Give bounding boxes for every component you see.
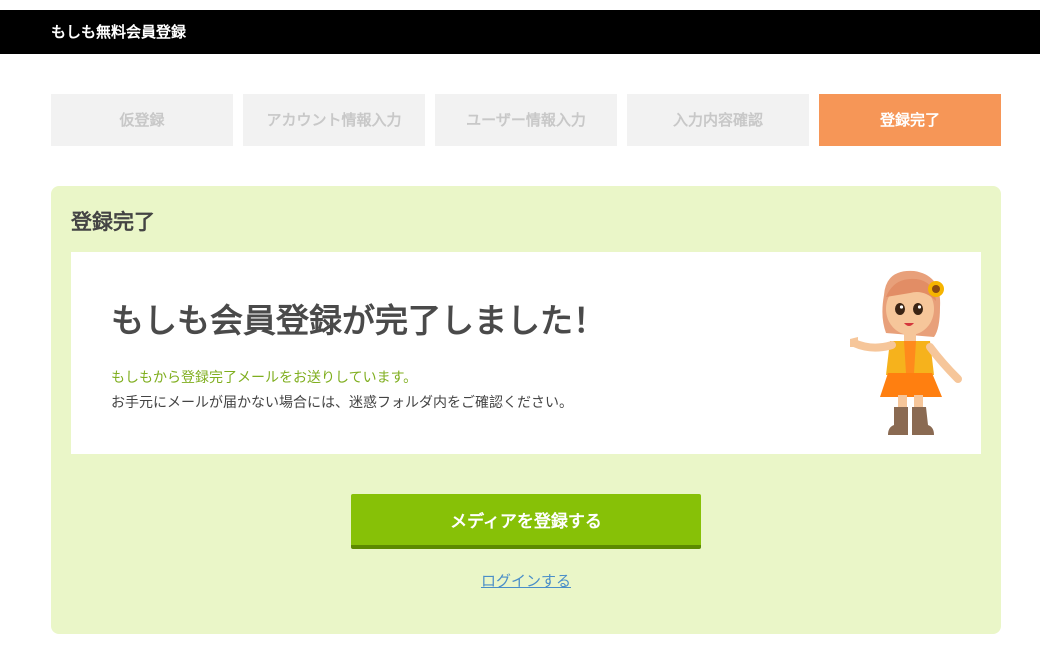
completion-panel: 登録完了 もしも会員登録が完了しました！ もしもから登録完了メールをお送りしてい…	[51, 186, 1001, 634]
mail-sent-message: もしもから登録完了メールをお送りしています。	[111, 370, 418, 386]
mascot-girl-icon	[850, 270, 962, 435]
step-user-info: ユーザー情報入力	[435, 94, 617, 146]
completion-headline: もしも会員登録が完了しました！	[111, 301, 606, 340]
step-confirm-input: 入力内容確認	[627, 94, 809, 146]
step-account-info: アカウント情報入力	[243, 94, 425, 146]
panel-title: 登録完了	[71, 210, 155, 234]
login-link-text[interactable]: ログインする	[481, 572, 571, 590]
spam-folder-notice: お手元にメールが届かない場合には、迷惑フォルダ内をご確認ください。	[111, 395, 573, 411]
site-title: もしも無料会員登録	[51, 23, 187, 41]
register-media-button[interactable]: メディアを登録する	[351, 494, 701, 549]
completion-message-box: もしも会員登録が完了しました！ もしもから登録完了メールをお送りしています。 お…	[71, 252, 981, 454]
registration-steps: 仮登録 アカウント情報入力 ユーザー情報入力 入力内容確認 登録完了	[51, 94, 1001, 146]
top-header-bar: もしも無料会員登録	[0, 10, 1040, 54]
step-provisional-registration: 仮登録	[51, 94, 233, 146]
login-link: ログインする	[51, 570, 1001, 591]
step-registration-complete: 登録完了	[819, 94, 1001, 146]
